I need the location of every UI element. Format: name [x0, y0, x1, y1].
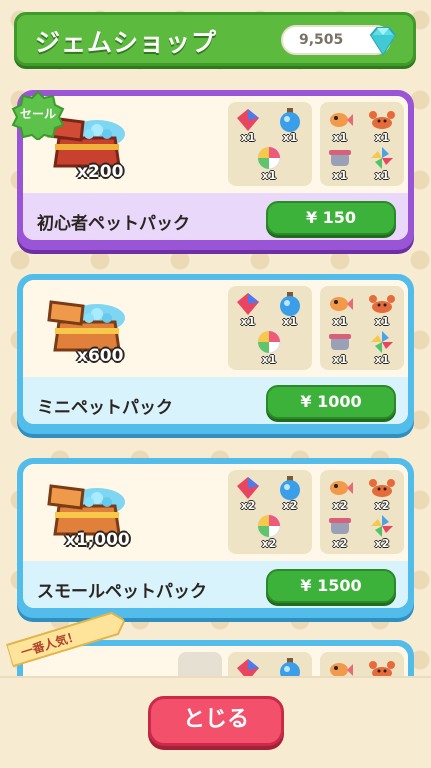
potion-icon	[280, 476, 300, 500]
item-crystal: x2	[233, 476, 263, 512]
fish-icon	[330, 113, 353, 127]
pinwheel-icon	[371, 147, 393, 169]
item-fish: x2	[325, 476, 355, 512]
fish-icon	[330, 297, 353, 311]
pack-contents: x1,000 x2 x2 x2 x2 x2 x2 x2	[23, 464, 408, 561]
gem-count: 9,505	[299, 32, 344, 48]
pot-icon	[329, 518, 351, 534]
item-box-pets: x2 x2 x2 x2	[320, 470, 404, 554]
item-fish: x1	[325, 292, 355, 328]
pack-name: ミニペットパック	[37, 398, 173, 418]
pinwheel-icon	[371, 331, 393, 353]
gem-amount: x200	[77, 162, 124, 182]
sale-badge-label: セール	[19, 107, 56, 121]
pack-contents: x200 x1 x1 x1 x1 x1 x1 x1	[23, 96, 408, 193]
potion-icon	[280, 108, 300, 132]
pack-name: 初心者ペットパック	[37, 214, 190, 234]
item-box-pets: x1 x1 x1 x1	[320, 286, 404, 370]
item-potion: x1	[275, 292, 305, 328]
item-crab: x1	[367, 108, 397, 144]
crystal-icon	[237, 293, 259, 315]
pack-card-small: x1,000 x2 x2 x2 x2 x2 x2 x2 スモールペットパック ¥…	[17, 458, 414, 618]
pack-name: スモールペットパック	[37, 582, 207, 602]
pot-icon	[329, 334, 351, 350]
item-candy: x1	[254, 330, 284, 366]
pack-contents: x600 x1 x1 x1 x1 x1 x1 x1	[23, 280, 408, 377]
item-candy: x1	[254, 146, 284, 182]
crystal-icon	[237, 109, 259, 131]
candy-icon	[257, 514, 281, 538]
close-button[interactable]: とじる	[148, 696, 284, 746]
shop-header: ジェムショップ 9,505	[14, 12, 416, 66]
pack-footer: 初心者ペットパック ¥ 150	[23, 193, 408, 240]
pinwheel-icon	[371, 515, 393, 537]
bottom-bar: とじる	[0, 676, 431, 768]
item-fish: x1	[325, 108, 355, 144]
item-crystal: x1	[233, 292, 263, 328]
buy-button-beginner[interactable]: ¥ 150	[266, 201, 396, 235]
buy-button-small[interactable]: ¥ 1500	[266, 569, 396, 603]
item-pot: x1	[325, 330, 355, 366]
potion-icon	[280, 292, 300, 316]
gem-amount: x1,000	[65, 530, 130, 550]
item-box-consumables: x2 x2 x2	[228, 470, 312, 554]
crab-icon	[369, 111, 395, 129]
item-pot: x2	[325, 514, 355, 550]
item-box-consumables: x1 x1 x1	[228, 102, 312, 186]
item-box-pets: x1 x1 x1 x1	[320, 102, 404, 186]
pot-icon	[329, 150, 351, 166]
item-crystal: x1	[233, 108, 263, 144]
item-potion: x1	[275, 108, 305, 144]
item-crab: x1	[367, 292, 397, 328]
gem-counter: 9,505	[281, 25, 397, 56]
crab-icon	[369, 479, 395, 497]
pack-footer: スモールペットパック ¥ 1500	[23, 561, 408, 608]
diamond-icon	[369, 27, 397, 56]
pack-footer: ミニペットパック ¥ 1000	[23, 377, 408, 424]
fish-icon	[330, 481, 353, 495]
crab-icon	[369, 295, 395, 313]
pack-card-mini: x600 x1 x1 x1 x1 x1 x1 x1 ミニペットパック ¥ 100…	[17, 274, 414, 434]
item-pinwheel: x1	[367, 330, 397, 366]
page-title: ジェムショップ	[35, 28, 218, 57]
candy-icon	[257, 330, 281, 354]
pack-card-beginner: x200 x1 x1 x1 x1 x1 x1 x1 初心者ペットパック ¥ 15…	[17, 90, 414, 250]
item-pinwheel: x2	[367, 514, 397, 550]
item-candy: x2	[254, 514, 284, 550]
item-crab: x2	[367, 476, 397, 512]
buy-button-mini[interactable]: ¥ 1000	[266, 385, 396, 419]
item-box-consumables: x1 x1 x1	[228, 286, 312, 370]
item-pot: x1	[325, 146, 355, 182]
gem-amount: x600	[77, 346, 124, 366]
sale-badge: セール	[10, 90, 66, 142]
item-pinwheel: x1	[367, 146, 397, 182]
crystal-icon	[237, 477, 259, 499]
candy-icon	[257, 146, 281, 170]
item-potion: x2	[275, 476, 305, 512]
